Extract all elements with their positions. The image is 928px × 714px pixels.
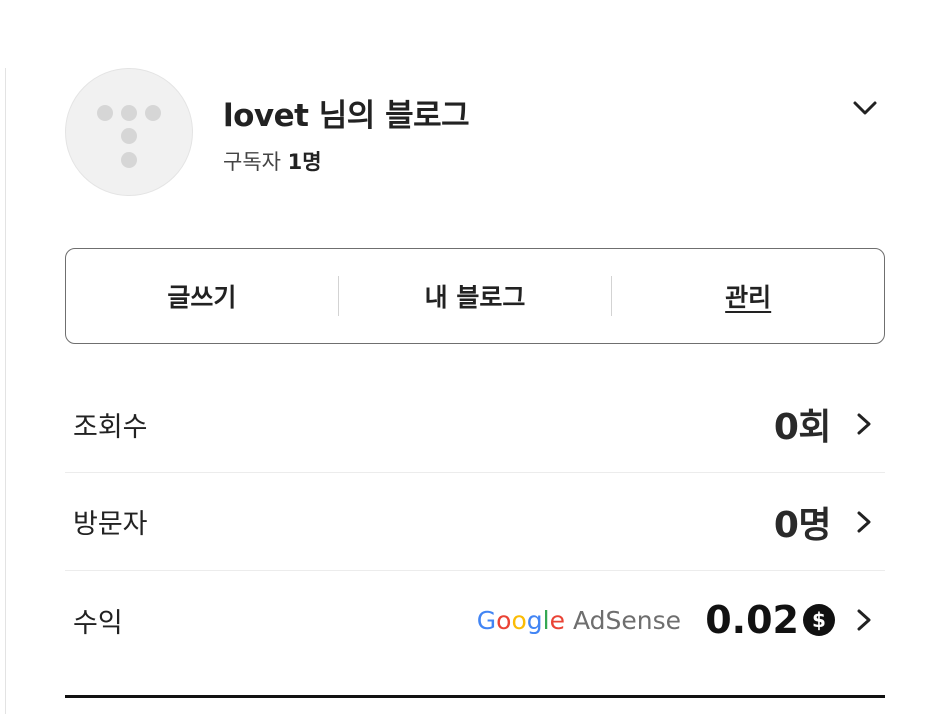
- my-blog-button[interactable]: 내 블로그: [339, 249, 611, 343]
- dots-logo-icon: [121, 128, 137, 144]
- revenue-label: 수익: [73, 607, 123, 639]
- revenue-value: 0.02 $: [705, 598, 835, 642]
- views-label: 조회수: [73, 411, 148, 443]
- google-adsense-logo: Google AdSense: [476, 605, 681, 635]
- blog-switch-dropdown-button[interactable]: [851, 94, 879, 122]
- blog-title[interactable]: lovet 님의 블로그: [223, 90, 470, 135]
- blog-summary-panel: lovet 님의 블로그 구독자 1명 글쓰기 내 블로그 관리 조회수 0회: [0, 0, 928, 714]
- write-post-button[interactable]: 글쓰기: [66, 249, 338, 343]
- my-blog-label: 내 블로그: [424, 283, 526, 312]
- blog-action-bar: 글쓰기 내 블로그 관리: [65, 248, 885, 344]
- views-value: 0회: [773, 407, 832, 448]
- manage-button[interactable]: 관리: [612, 249, 884, 343]
- blog-avatar[interactable]: [65, 68, 193, 196]
- dots-logo-icon: [121, 152, 137, 168]
- write-post-label: 글쓰기: [167, 283, 237, 312]
- revenue-amount: 0.02: [705, 598, 799, 642]
- left-divider: [5, 68, 6, 714]
- bottom-divider: [65, 695, 885, 698]
- chevron-right-icon: [853, 509, 875, 535]
- dots-logo-icon: [97, 105, 113, 121]
- subscriber-count: 구독자 1명: [223, 146, 322, 176]
- chevron-down-icon: [853, 101, 877, 115]
- stat-row-visitors[interactable]: 방문자 0명: [65, 473, 885, 571]
- dollar-icon: $: [803, 604, 835, 636]
- subscriber-number: 1명: [287, 150, 322, 174]
- dots-logo-icon: [145, 105, 161, 121]
- adsense-label: AdSense: [572, 605, 681, 635]
- blog-profile-header: lovet 님의 블로그 구독자 1명: [65, 68, 885, 196]
- blog-stats-list: 조회수 0회 방문자 0명 수익 Google AdSense 0.02 $: [65, 376, 885, 669]
- chevron-right-icon: [853, 411, 875, 437]
- subscriber-label: 구독자: [223, 150, 281, 174]
- manage-label: 관리: [725, 283, 772, 312]
- visitors-value: 0명: [773, 504, 832, 546]
- dots-logo-icon: [121, 105, 137, 121]
- visitors-label: 방문자: [73, 509, 148, 540]
- chevron-right-icon: [853, 607, 875, 633]
- stat-row-revenue[interactable]: 수익 Google AdSense 0.02 $: [65, 571, 885, 669]
- stat-row-views[interactable]: 조회수 0회: [65, 376, 885, 473]
